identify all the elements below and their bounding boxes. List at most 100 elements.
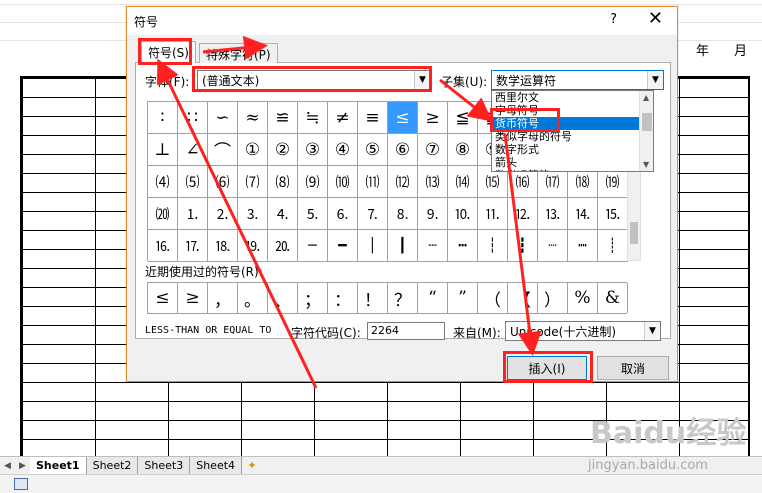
symbol-cell[interactable]: ① <box>238 134 268 166</box>
dropdown-scrollbar[interactable]: ▲ ▼ <box>639 91 653 171</box>
symbol-cell[interactable]: ┊ <box>598 230 628 262</box>
symbol-cell[interactable]: ∶ <box>148 102 178 134</box>
sheet-tab-2[interactable]: Sheet2 <box>86 457 139 474</box>
subset-option[interactable]: 西里尔文 <box>492 91 653 104</box>
symbol-cell[interactable]: ⌒ <box>208 134 238 166</box>
recent-symbol-cell[interactable]: ， <box>208 283 238 313</box>
add-sheet-icon[interactable]: ✦ <box>242 457 262 474</box>
sheet-tab-1[interactable]: Sheet1 <box>30 457 87 474</box>
symbol-cell[interactable]: ┄ <box>418 230 448 262</box>
symbol-cell[interactable]: ∽ <box>208 102 238 134</box>
cancel-button[interactable]: 取消 <box>597 356 669 380</box>
recent-symbol-cell[interactable]: & <box>598 283 628 313</box>
symbol-cell[interactable]: ⑾ <box>358 166 388 198</box>
symbol-cell[interactable]: ≌ <box>268 102 298 134</box>
symbol-cell[interactable]: ⑺ <box>238 166 268 198</box>
symbol-cell[interactable]: ⒌ <box>298 198 328 230</box>
symbol-cell[interactable]: ∷ <box>178 102 208 134</box>
subset-select[interactable]: 数学运算符 ▼ <box>491 70 664 90</box>
symbol-cell[interactable]: ⒋ <box>268 198 298 230</box>
recent-symbol-cell[interactable]: 【 <box>508 283 538 313</box>
symbol-cell[interactable]: ⑤ <box>358 134 388 166</box>
recent-symbol-cell[interactable]: 。 <box>238 283 268 313</box>
symbol-cell[interactable]: ∠ <box>178 134 208 166</box>
symbol-cell[interactable]: ⒎ <box>358 198 388 230</box>
symbol-cell[interactable]: ⒘ <box>178 230 208 262</box>
symbol-cell[interactable]: ⒒ <box>478 198 508 230</box>
symbol-cell[interactable]: │ <box>358 230 388 262</box>
symbol-cell[interactable]: ┇ <box>508 230 538 262</box>
symbol-cell[interactable]: ③ <box>298 134 328 166</box>
symbol-cell[interactable]: ⑹ <box>208 166 238 198</box>
dialog-title-bar[interactable]: 符号 ? ✕ <box>127 7 677 35</box>
symbol-cell[interactable]: ⑻ <box>268 166 298 198</box>
chevron-down-icon[interactable]: ▼ <box>647 71 663 89</box>
symbol-cell[interactable]: ⒖ <box>598 198 628 230</box>
symbol-cell[interactable]: ┉ <box>568 230 598 262</box>
symbol-cell[interactable]: ⒉ <box>208 198 238 230</box>
tab-next-icon[interactable]: ▶ <box>19 461 26 471</box>
recent-symbol-cell[interactable]: % <box>568 283 598 313</box>
scroll-up-icon[interactable]: ▲ <box>643 93 649 102</box>
symbol-cell[interactable]: ⒗ <box>148 230 178 262</box>
sheet-nav-arrows[interactable]: ◀ ▶ <box>0 457 30 474</box>
symbol-cell[interactable]: ≠ <box>328 102 358 134</box>
symbol-cell[interactable]: ≈ <box>238 102 268 134</box>
symbol-cell[interactable]: ⒀ <box>418 166 448 198</box>
symbol-cell[interactable]: ≤ <box>388 102 418 134</box>
subset-option[interactable]: 箭头 <box>492 156 653 169</box>
symbol-cell[interactable]: ⒁ <box>448 166 478 198</box>
symbol-cell[interactable]: ┆ <box>478 230 508 262</box>
symbol-cell[interactable]: ⒚ <box>238 230 268 262</box>
symbol-cell[interactable]: ⒛ <box>268 230 298 262</box>
symbol-cell[interactable]: ⒔ <box>538 198 568 230</box>
symbol-cell[interactable]: ⑿ <box>388 166 418 198</box>
symbol-cell[interactable]: ⒕ <box>568 198 598 230</box>
recent-symbol-cell[interactable]: ； <box>298 283 328 313</box>
symbol-cell[interactable]: ⒈ <box>178 198 208 230</box>
scroll-thumb[interactable] <box>642 113 652 131</box>
symbol-cell[interactable]: ┈ <box>538 230 568 262</box>
symbol-cell[interactable]: ④ <box>328 134 358 166</box>
macro-record-icon[interactable] <box>14 478 28 490</box>
symbol-cell[interactable]: ≒ <box>298 102 328 134</box>
char-code-field[interactable]: 2264 <box>367 322 445 340</box>
symbol-cell[interactable]: ─ <box>298 230 328 262</box>
symbol-cell[interactable]: ⑧ <box>448 134 478 166</box>
symbol-cell[interactable]: ≥ <box>418 102 448 134</box>
symbol-cell[interactable]: ⒓ <box>508 198 538 230</box>
tab-special-characters[interactable]: 特殊字符(P) <box>199 43 278 63</box>
recent-symbol-cell[interactable]: （ <box>478 283 508 313</box>
scroll-thumb[interactable] <box>630 222 638 244</box>
symbol-cell[interactable]: ⒑ <box>448 198 478 230</box>
symbol-cell[interactable]: ⑼ <box>298 166 328 198</box>
close-button[interactable]: ✕ <box>648 9 663 29</box>
recent-symbol-cell[interactable]: ” <box>448 283 478 313</box>
symbol-cell[interactable]: ⑷ <box>148 166 178 198</box>
recent-symbols-grid[interactable]: ≤ ≥，。、；：！？ “” （【）% & <box>147 282 628 314</box>
recent-symbol-cell[interactable]: ？ <box>388 283 418 313</box>
symbol-cell[interactable]: ⊥ <box>148 134 178 166</box>
sheet-tab-3[interactable]: Sheet3 <box>138 457 191 474</box>
symbol-cell[interactable]: ⒙ <box>208 230 238 262</box>
recent-symbol-cell[interactable]: 、 <box>268 283 298 313</box>
recent-symbol-cell[interactable]: ） <box>538 283 568 313</box>
symbol-cell[interactable]: ② <box>268 134 298 166</box>
symbol-cell[interactable]: ⑥ <box>388 134 418 166</box>
symbol-cell[interactable]: ⑽ <box>328 166 358 198</box>
recent-symbol-cell[interactable]: “ <box>418 283 448 313</box>
chevron-down-icon[interactable]: ▼ <box>644 322 660 340</box>
symbol-cell[interactable]: ━ <box>328 230 358 262</box>
symbol-cell[interactable]: ⒍ <box>328 198 358 230</box>
subset-option[interactable]: 数学运算符 <box>492 169 653 171</box>
symbol-cell[interactable]: ⒇ <box>148 198 178 230</box>
symbol-cell[interactable]: ≦ <box>448 102 478 134</box>
symbol-cell[interactable]: ┃ <box>388 230 418 262</box>
tab-prev-icon[interactable]: ◀ <box>4 461 11 471</box>
scroll-down-icon[interactable]: ▼ <box>643 160 649 169</box>
sheet-tab-4[interactable]: Sheet4 <box>190 457 243 474</box>
symbol-cell[interactable]: ┅ <box>448 230 478 262</box>
help-button[interactable]: ? <box>610 12 617 27</box>
symbol-cell[interactable]: ⑦ <box>418 134 448 166</box>
symbol-cell[interactable]: ⒏ <box>388 198 418 230</box>
